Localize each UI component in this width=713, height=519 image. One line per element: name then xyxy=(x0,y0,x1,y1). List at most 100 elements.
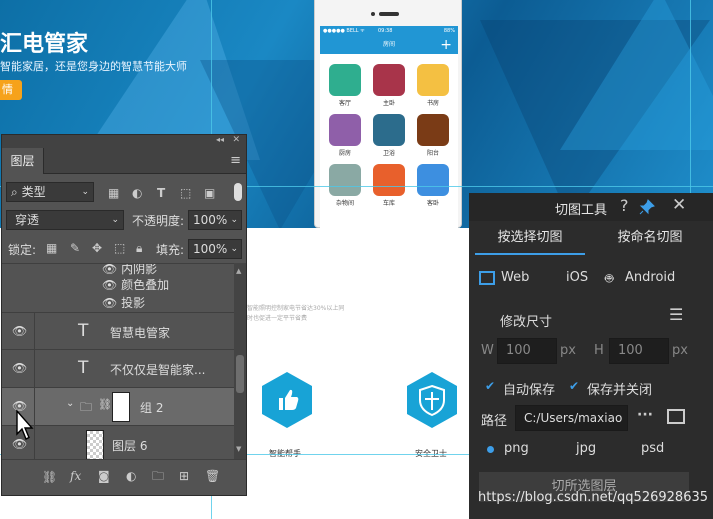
format-psd[interactable]: psd xyxy=(641,441,664,456)
hero-subtitle: 智能家居，还是您身边的智慧节能大师 xyxy=(0,60,187,73)
width-input[interactable]: 100 xyxy=(497,338,557,364)
link-icon[interactable]: ⛓ xyxy=(98,398,112,411)
status-battery: 88% xyxy=(443,28,455,34)
layer-name[interactable]: 不仅仅是智能家... xyxy=(110,361,205,378)
collapse-icon[interactable]: ◂◂ xyxy=(216,135,224,144)
platform-web[interactable]: Web xyxy=(501,270,529,285)
panel-menu-icon[interactable]: ≡ xyxy=(230,153,241,168)
close-icon[interactable]: ✕ xyxy=(672,195,686,215)
text-filter-icon[interactable]: T xyxy=(157,186,165,200)
checkmark-icon[interactable]: ✔ xyxy=(569,379,579,393)
platform-ios[interactable]: iOS xyxy=(566,270,588,285)
pixel-filter-icon[interactable]: ▦ xyxy=(108,186,119,200)
format-jpg[interactable]: jpg xyxy=(576,441,596,456)
more-icon[interactable]: ··· xyxy=(637,407,653,423)
radio-selected-icon[interactable] xyxy=(487,446,494,453)
lock-move-icon[interactable]: ✥ xyxy=(92,241,102,255)
filter-toggle[interactable] xyxy=(234,183,242,201)
layer-row-selected[interactable]: 👁︎ ⌄ 🗀 ⛓ 组 2 xyxy=(2,388,234,426)
room-icon xyxy=(373,64,405,96)
phone-app-label: 厨房 xyxy=(338,150,351,157)
phone-status-bar: ●●●●● BELL ᯤ 09:38 88% xyxy=(320,26,458,36)
path-input[interactable]: C:/Users/maxiao xyxy=(515,405,628,431)
phone-nav-bar: 房间 + xyxy=(320,36,458,54)
web-icon[interactable] xyxy=(479,271,495,285)
eye-icon[interactable]: 👁︎ xyxy=(102,278,117,292)
blend-mode-select[interactable]: 穿透 ⌄ xyxy=(6,210,124,230)
phone-app-label: 主卧 xyxy=(382,100,395,107)
lock-paint-icon[interactable]: ✎ xyxy=(70,241,80,255)
path-label: 路径 xyxy=(481,414,508,429)
phone-app-label: 书房 xyxy=(426,100,439,107)
eye-icon[interactable]: 👁︎ xyxy=(102,264,117,276)
layer-row[interactable]: 👁︎ T 智慧电管家 xyxy=(2,312,234,351)
cut-panel-title: 切图工具 xyxy=(555,203,608,218)
fill-field[interactable]: 100% ⌄ xyxy=(188,239,242,259)
cut-tool-panel: 切图工具 ? ✕ 按选择切图 按命名切图 Web iOS 🤖︎ Android … xyxy=(469,193,713,519)
divider xyxy=(34,350,35,388)
tab-select-cut[interactable]: 按选择切图 xyxy=(475,223,585,255)
text-layer-icon: T xyxy=(78,358,89,378)
close-icon[interactable]: ✕ xyxy=(232,135,240,145)
help-icon[interactable]: ? xyxy=(620,196,629,215)
room-icon xyxy=(417,64,449,96)
opacity-label: 不透明度: xyxy=(132,214,185,228)
new-group-icon[interactable]: 🗀 xyxy=(152,469,164,483)
pin-icon[interactable] xyxy=(639,199,655,215)
tab-layers[interactable]: 图层 xyxy=(2,148,44,174)
chevron-down-icon: ⌄ xyxy=(81,187,89,197)
scrollbar-thumb[interactable] xyxy=(236,355,244,393)
chevron-down-icon: ⌄ xyxy=(230,215,238,225)
eye-icon[interactable]: 👁︎ xyxy=(12,324,27,338)
layer-name[interactable]: 组 2 xyxy=(140,399,163,416)
eye-icon[interactable]: 👁︎ xyxy=(12,361,27,375)
layer-name[interactable]: 图层 6 xyxy=(112,437,147,454)
effect-row[interactable]: 👁︎ 颜色叠加 xyxy=(102,276,169,293)
new-layer-icon[interactable]: ⊞ xyxy=(179,469,189,483)
mask-thumbnail[interactable] xyxy=(112,392,130,422)
adjustment-layer-icon[interactable]: ◐ xyxy=(126,469,136,483)
scroll-up-icon[interactable]: ▲ xyxy=(236,267,241,275)
link-layers-icon[interactable]: ⛓ xyxy=(42,470,57,484)
phone-mockup: ●●●●● BELL ᯤ 09:38 88% 房间 + 客厅 主卧 书房 厨房 卫浴 阳台… xyxy=(314,0,462,228)
room-icon xyxy=(329,64,361,96)
lock-artboard-icon[interactable]: ⬚ xyxy=(114,241,125,255)
scroll-down-icon[interactable]: ▼ xyxy=(236,445,241,453)
sliders-icon[interactable]: ☰ xyxy=(669,305,683,324)
layer-row[interactable]: 👁︎ 图层 6 xyxy=(2,426,234,459)
checkmark-icon[interactable]: ✔ xyxy=(485,379,495,393)
shape-filter-icon[interactable]: ⬚ xyxy=(180,186,191,200)
platform-android[interactable]: Android xyxy=(625,270,675,285)
lock-transparent-icon[interactable]: ▦ xyxy=(46,241,57,255)
adjust-filter-icon[interactable]: ◐ xyxy=(132,186,142,200)
opacity-field[interactable]: 100% ⌄ xyxy=(188,210,242,230)
layer-name[interactable]: 智慧电管家 xyxy=(110,324,170,341)
android-icon[interactable]: 🤖︎ xyxy=(605,269,613,289)
lock-all-icon[interactable]: 🔒︎ xyxy=(136,241,142,255)
layer-scrollbar[interactable]: ▲ ▼ xyxy=(234,263,246,459)
eye-icon[interactable]: 👁︎ xyxy=(102,296,117,310)
effect-name: 内阴影 xyxy=(121,263,158,276)
smart-filter-icon[interactable]: ▣ xyxy=(204,186,215,200)
add-mask-icon[interactable]: ◙ xyxy=(98,469,110,483)
room-icon xyxy=(373,164,405,196)
save-close-label[interactable]: 保存并关闭 xyxy=(587,379,652,398)
chevron-down-icon[interactable]: ⌄ xyxy=(66,398,74,409)
phone-app-tile: 厨房 xyxy=(328,114,362,158)
auto-save-label[interactable]: 自动保存 xyxy=(503,379,555,398)
height-label: H xyxy=(594,343,604,358)
cursor-icon xyxy=(16,410,34,440)
status-carrier: ●●●●● BELL ᯤ xyxy=(323,28,365,34)
layer-row[interactable]: 👁︎ T 不仅仅是智能家... xyxy=(2,350,234,388)
effect-row[interactable]: 👁︎ 内阴影 xyxy=(102,263,158,277)
layer-thumbnail[interactable] xyxy=(86,430,104,459)
folder-icon[interactable] xyxy=(667,409,685,424)
trash-icon[interactable]: 🗑︎ xyxy=(205,469,220,483)
fx-icon[interactable]: fx xyxy=(70,469,81,483)
phone-app-tile: 主卧 xyxy=(372,64,406,108)
filter-select[interactable]: ⌕ 类型 ⌄ xyxy=(6,182,94,202)
tab-name-cut[interactable]: 按命名切图 xyxy=(593,223,707,255)
format-png[interactable]: png xyxy=(504,441,529,456)
height-input[interactable]: 100 xyxy=(609,338,669,364)
effect-row[interactable]: 👁︎ 投影 xyxy=(102,294,145,311)
